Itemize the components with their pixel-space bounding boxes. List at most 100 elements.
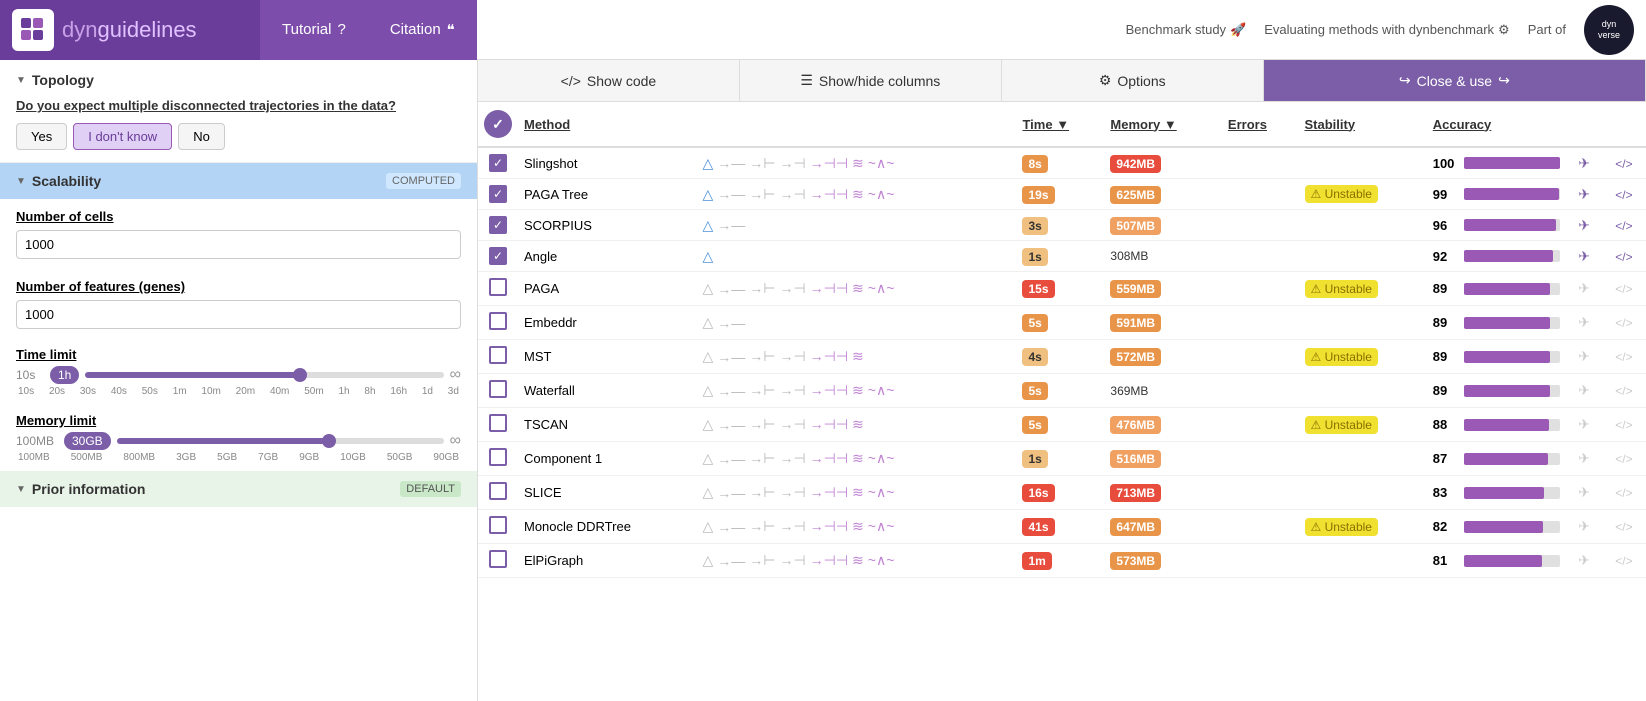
row-action-send[interactable]: ✈ [1566, 544, 1602, 578]
row-action-code[interactable]: </> [1602, 340, 1646, 374]
send-icon[interactable]: ✈ [1578, 348, 1590, 364]
th-accuracy[interactable]: Accuracy [1427, 102, 1567, 147]
code-icon[interactable]: </> [1615, 554, 1632, 568]
send-icon[interactable]: ✈ [1578, 450, 1590, 466]
th-method[interactable]: Method [518, 102, 696, 147]
row-action-send[interactable]: ✈ [1566, 408, 1602, 442]
row-action-send[interactable]: ✈ [1566, 476, 1602, 510]
th-errors[interactable]: Errors [1222, 102, 1299, 147]
evaluating-methods-link[interactable]: Evaluating methods with dynbenchmark ⚙ [1264, 22, 1509, 38]
row-action-code[interactable]: </> [1602, 510, 1646, 544]
row-action-code[interactable]: </> [1602, 241, 1646, 272]
row-action-code[interactable]: </> [1602, 179, 1646, 210]
checkbox[interactable] [489, 516, 507, 534]
option-yes[interactable]: Yes [16, 123, 67, 150]
th-time[interactable]: Time ▼ [1016, 102, 1104, 147]
code-icon[interactable]: </> [1615, 384, 1632, 398]
send-icon[interactable]: ✈ [1578, 552, 1590, 568]
send-icon[interactable]: ✈ [1578, 484, 1590, 500]
checkbox[interactable] [489, 278, 507, 296]
send-icon[interactable]: ✈ [1578, 382, 1590, 398]
send-icon[interactable]: ✈ [1578, 248, 1590, 264]
checkbox[interactable] [489, 482, 507, 500]
genes-input[interactable] [16, 300, 461, 329]
row-check[interactable]: ✓ [478, 147, 518, 179]
checkbox[interactable] [489, 380, 507, 398]
code-icon[interactable]: </> [1615, 452, 1632, 466]
row-check[interactable] [478, 374, 518, 408]
row-action-send[interactable]: ✈ [1566, 179, 1602, 210]
row-action-send[interactable]: ✈ [1566, 442, 1602, 476]
row-action-code[interactable]: </> [1602, 210, 1646, 241]
code-icon[interactable]: </> [1615, 418, 1632, 432]
code-icon[interactable]: </> [1615, 219, 1632, 233]
row-check[interactable] [478, 306, 518, 340]
show-code-button[interactable]: </> Show code [478, 60, 740, 101]
options-button[interactable]: ⚙ Options [1002, 60, 1264, 101]
row-check[interactable] [478, 476, 518, 510]
code-icon[interactable]: </> [1615, 282, 1632, 296]
send-icon[interactable]: ✈ [1578, 280, 1590, 296]
row-action-send[interactable]: ✈ [1566, 510, 1602, 544]
row-check[interactable] [478, 408, 518, 442]
code-icon[interactable]: </> [1615, 157, 1632, 171]
row-action-code[interactable]: </> [1602, 374, 1646, 408]
row-check[interactable] [478, 544, 518, 578]
row-action-send[interactable]: ✈ [1566, 306, 1602, 340]
checkbox[interactable] [489, 448, 507, 466]
row-action-send[interactable]: ✈ [1566, 340, 1602, 374]
row-check[interactable] [478, 272, 518, 306]
row-action-send[interactable]: ✈ [1566, 374, 1602, 408]
row-check[interactable]: ✓ [478, 210, 518, 241]
send-icon[interactable]: ✈ [1578, 217, 1590, 233]
show-hide-columns-button[interactable]: ☰ Show/hide columns [740, 60, 1002, 101]
row-check[interactable] [478, 510, 518, 544]
th-stability[interactable]: Stability [1299, 102, 1427, 147]
row-action-code[interactable]: </> [1602, 147, 1646, 179]
tutorial-button[interactable]: Tutorial ? [260, 0, 368, 60]
citation-button[interactable]: Citation ❝ [368, 0, 477, 60]
row-action-send[interactable]: ✈ [1566, 272, 1602, 306]
checkbox[interactable] [489, 550, 507, 568]
checkbox[interactable] [489, 414, 507, 432]
option-dont-know[interactable]: I don't know [73, 123, 172, 150]
code-icon[interactable]: </> [1615, 188, 1632, 202]
row-check[interactable] [478, 442, 518, 476]
row-action-send[interactable]: ✈ [1566, 210, 1602, 241]
row-action-code[interactable]: </> [1602, 408, 1646, 442]
checkbox[interactable]: ✓ [489, 216, 507, 234]
memory-slider-track[interactable] [117, 438, 444, 444]
code-icon[interactable]: </> [1615, 520, 1632, 534]
send-icon[interactable]: ✈ [1578, 518, 1590, 534]
option-no[interactable]: No [178, 123, 225, 150]
row-check[interactable] [478, 340, 518, 374]
row-action-code[interactable]: </> [1602, 306, 1646, 340]
send-icon[interactable]: ✈ [1578, 155, 1590, 171]
checkbox[interactable] [489, 312, 507, 330]
checkbox[interactable]: ✓ [489, 185, 507, 203]
send-icon[interactable]: ✈ [1578, 314, 1590, 330]
cells-input[interactable] [16, 230, 461, 259]
row-action-code[interactable]: </> [1602, 476, 1646, 510]
time-slider-track[interactable] [85, 372, 443, 378]
th-memory[interactable]: Memory ▼ [1104, 102, 1222, 147]
code-icon[interactable]: </> [1615, 350, 1632, 364]
checkbox[interactable]: ✓ [489, 154, 507, 172]
benchmark-study-link[interactable]: Benchmark study 🚀 [1126, 22, 1247, 38]
row-action-code[interactable]: </> [1602, 544, 1646, 578]
close-use-button[interactable]: ↪ Close & use ↪ [1264, 60, 1646, 101]
prior-header[interactable]: ▼ Prior information [16, 481, 145, 497]
checkbox[interactable] [489, 346, 507, 364]
row-action-send[interactable]: ✈ [1566, 241, 1602, 272]
row-check[interactable]: ✓ [478, 241, 518, 272]
row-action-send[interactable]: ✈ [1566, 147, 1602, 179]
check-all[interactable]: ✓ [484, 110, 512, 138]
topology-header[interactable]: ▼ Topology [16, 72, 461, 88]
scalability-header-label[interactable]: ▼ Scalability [16, 173, 101, 189]
checkbox[interactable]: ✓ [489, 247, 507, 265]
code-icon[interactable]: </> [1615, 250, 1632, 264]
send-icon[interactable]: ✈ [1578, 186, 1590, 202]
send-icon[interactable]: ✈ [1578, 416, 1590, 432]
code-icon[interactable]: </> [1615, 486, 1632, 500]
row-action-code[interactable]: </> [1602, 442, 1646, 476]
